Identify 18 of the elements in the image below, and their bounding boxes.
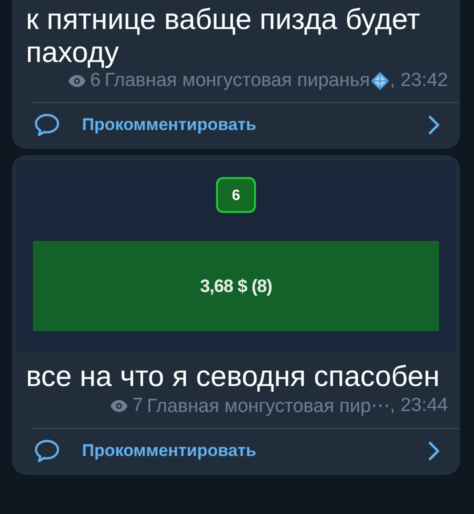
author-signature: Главная монгустовая пиранья (104, 70, 370, 92)
author-signature: Главная монгустовая пир⋯ (146, 395, 390, 418)
chevron-right-icon (428, 441, 440, 461)
chevron-right-icon (428, 115, 440, 135)
views-icon (68, 75, 86, 87)
comment-button[interactable]: Прокомментировать (12, 103, 460, 149)
views-icon (110, 400, 128, 412)
view-count: 6 (90, 70, 101, 92)
speech-bubble-icon (34, 113, 60, 137)
view-count: 7 (132, 395, 143, 417)
message-time: , 23:42 (390, 70, 448, 92)
message-time: , 23:44 (390, 395, 448, 417)
count-badge: 6 (216, 177, 256, 213)
message-text: к пятнице вабще пизда будет паходу (25, 3, 422, 70)
result-bar: 3,68 $ (8) (33, 241, 439, 331)
speech-bubble-icon (34, 439, 60, 463)
message-text: все на что я севодня спасобен (25, 360, 441, 394)
comment-button[interactable]: Прокомментировать (12, 429, 460, 475)
